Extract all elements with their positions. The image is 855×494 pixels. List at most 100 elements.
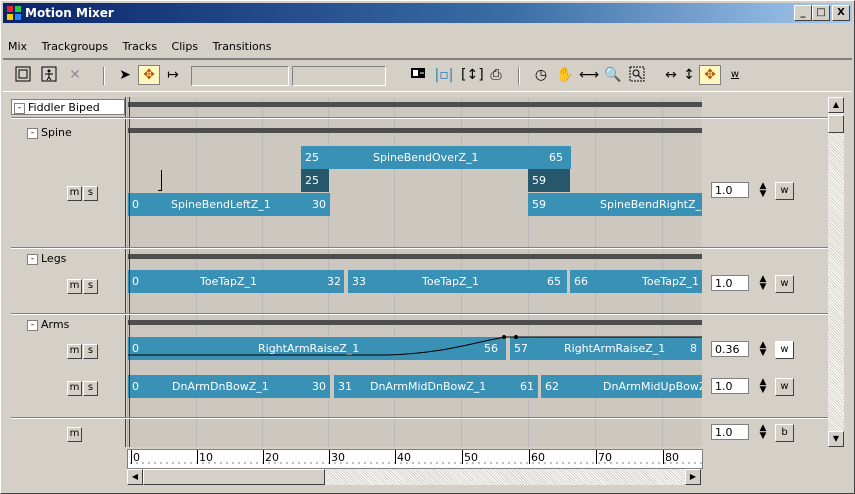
row-divider — [11, 117, 840, 119]
collapse-arms-button[interactable]: - — [27, 319, 38, 331]
transition-spine-2[interactable]: 59 — [528, 169, 570, 192]
scroll-thumb[interactable] — [143, 469, 325, 485]
title-bar[interactable]: Motion Mixer _ □ X — [3, 3, 852, 23]
solo-button[interactable]: s — [83, 186, 98, 201]
window-title: Motion Mixer — [25, 6, 114, 20]
weight-field[interactable]: 1.0 — [711, 424, 749, 440]
solo-button[interactable]: s — [83, 279, 98, 294]
clip-toe-tap-1[interactable]: 0 ToeTapZ_1 32 — [128, 270, 344, 293]
weight-curve-icon[interactable]: w — [725, 66, 745, 84]
weight-curve-button[interactable]: w — [775, 275, 794, 293]
solo-button[interactable]: s — [83, 344, 98, 359]
scroll-left-button[interactable]: ◀ — [127, 469, 143, 485]
menu-tracks[interactable]: Tracks — [118, 37, 163, 56]
weight-field[interactable]: 1.0 — [711, 378, 749, 394]
transition-spine-1[interactable]: 25 — [301, 169, 329, 192]
biped-icon[interactable] — [39, 66, 59, 84]
clip-spine-bend-right[interactable]: 59 SpineBendRightZ_1 — [528, 193, 702, 216]
balance-button[interactable]: b — [775, 424, 794, 442]
time-ruler[interactable]: 0 10 20 30 40 50 60 70 80 — [127, 449, 703, 469]
menu-clips[interactable]: Clips — [167, 37, 204, 56]
trackgroup-range-bar[interactable] — [128, 102, 702, 107]
weight-curve-button[interactable]: w — [775, 378, 794, 396]
vertical-scrollbar[interactable]: ▲ ▼ — [828, 97, 844, 447]
menu-transitions[interactable]: Transitions — [208, 37, 277, 56]
weight-spinner[interactable]: ▲ ▼ — [757, 378, 769, 395]
ruler-tick — [596, 450, 597, 464]
weight-spinner[interactable]: ▲ ▼ — [757, 341, 769, 358]
clip-dn-arm-mid-up-bow[interactable]: 62DnArmMidUpBowZ_1 — [541, 375, 702, 398]
horizontal-move-icon[interactable]: ↔ — [661, 66, 681, 84]
scroll-thumb[interactable] — [828, 115, 844, 133]
time-icon[interactable]: ◷ — [531, 66, 551, 84]
collapse-legs-button[interactable]: - — [27, 253, 38, 265]
clip-dn-arm-dn-bow[interactable]: 0 DnArmDnBowZ_1 30 — [128, 375, 330, 398]
menu-bar: Mix Trackgroups Tracks Clips Transitions — [3, 37, 852, 56]
zoom-extents-time-icon[interactable]: ⟷ — [579, 66, 599, 84]
scale-clips-icon[interactable]: ↦ — [163, 66, 183, 84]
clip-toe-tap-3[interactable]: 66 ToeTapZ_1 — [570, 270, 702, 293]
mute-button[interactable]: m — [67, 279, 82, 294]
frame-field-2[interactable] — [292, 66, 386, 86]
weight-spinner[interactable]: ▲ ▼ — [757, 275, 769, 292]
trackgroup-range-bar[interactable] — [128, 128, 702, 133]
ruler-label: 0 — [133, 451, 140, 464]
toolbar-separator-2 — [518, 67, 520, 85]
vertical-move-icon[interactable]: ↕ — [679, 66, 699, 84]
scroll-up-button[interactable]: ▲ — [828, 97, 844, 113]
solo-button[interactable]: s — [83, 381, 98, 396]
trackgroup-fiddler-biped[interactable]: - Fiddler Biped — [11, 99, 125, 115]
trackgroup-range-bar[interactable] — [128, 254, 702, 259]
balance-mute-button[interactable]: m — [67, 427, 82, 442]
ruler-minor-ticks — [128, 462, 702, 464]
time-slider-cursor[interactable] — [129, 97, 130, 447]
pan-icon[interactable]: ✋ — [555, 66, 575, 84]
weight-curve[interactable] — [128, 333, 702, 363]
snap-frames-icon[interactable]: |▫| — [434, 66, 454, 84]
mute-button[interactable]: m — [67, 344, 82, 359]
trackgroup-legs[interactable]: - Legs — [23, 251, 66, 267]
track-tree: - Fiddler Biped - Spine m s - Legs m s - Arm… — [11, 97, 126, 447]
horizontal-scrollbar[interactable]: ◀ ▶ — [127, 469, 701, 485]
zoom-region-icon[interactable] — [627, 66, 647, 84]
set-range-icon[interactable] — [408, 66, 428, 84]
trackgroup-spine[interactable]: - Spine — [23, 125, 72, 141]
ruler-tick — [197, 450, 198, 464]
ruler-tick — [263, 450, 264, 464]
weight-field[interactable]: 1.0 — [711, 182, 749, 198]
weight-curve-button[interactable]: w — [775, 341, 794, 359]
mute-button[interactable]: m — [67, 381, 82, 396]
maximize-button[interactable]: □ — [812, 5, 830, 21]
scroll-down-button[interactable]: ▼ — [828, 431, 844, 447]
clip-spine-bend-left[interactable]: 0 SpineBendLeftZ_1 30 — [128, 193, 330, 216]
move-both-icon[interactable]: ✥ — [699, 65, 721, 85]
toggle-height-icon[interactable]: [↕] — [461, 66, 484, 84]
clip-toe-tap-2[interactable]: 33 ToeTapZ_1 65 — [348, 270, 567, 293]
menu-mix[interactable]: Mix — [3, 37, 32, 56]
preview-icon[interactable]: ⎙ — [486, 66, 506, 84]
weight-field[interactable]: 0.36 — [711, 341, 749, 357]
trackgroup-arms[interactable]: - Arms — [23, 317, 69, 333]
collapse-spine-button[interactable]: - — [27, 127, 38, 139]
weight-spinner[interactable]: ▲ ▼ — [757, 182, 769, 199]
weight-spinner[interactable]: ▲ ▼ — [757, 424, 769, 441]
minimize-button[interactable]: _ — [794, 5, 812, 21]
ruler-label: 40 — [397, 451, 411, 464]
zoom-icon[interactable]: 🔍 — [603, 66, 623, 84]
trackgroup-icon[interactable] — [13, 66, 33, 84]
weight-curve-button[interactable]: w — [775, 182, 794, 200]
frame-field-1[interactable] — [191, 66, 289, 86]
move-clips-icon[interactable]: ✥ — [138, 65, 160, 85]
clip-dn-arm-mid-dn-bow[interactable]: 31 DnArmMidDnBowZ_1 61 — [334, 375, 538, 398]
delete-icon[interactable]: ✕ — [65, 66, 85, 84]
scroll-right-button[interactable]: ▶ — [685, 469, 701, 485]
clip-spine-bend-over[interactable]: 25 SpineBendOverZ_1 65 — [301, 146, 571, 169]
weight-field[interactable]: 1.0 — [711, 275, 749, 291]
mute-button[interactable]: m — [67, 186, 82, 201]
timeline-area[interactable]: 25 SpineBendOverZ_1 65 25 59 0 SpineBendLef… — [127, 97, 702, 447]
menu-trackgroups[interactable]: Trackgroups — [37, 37, 113, 56]
collapse-root-button[interactable]: - — [14, 102, 25, 114]
trackgroup-range-bar[interactable] — [128, 320, 702, 325]
select-arrow-icon[interactable]: ➤ — [115, 66, 135, 84]
close-button[interactable]: X — [832, 5, 850, 21]
